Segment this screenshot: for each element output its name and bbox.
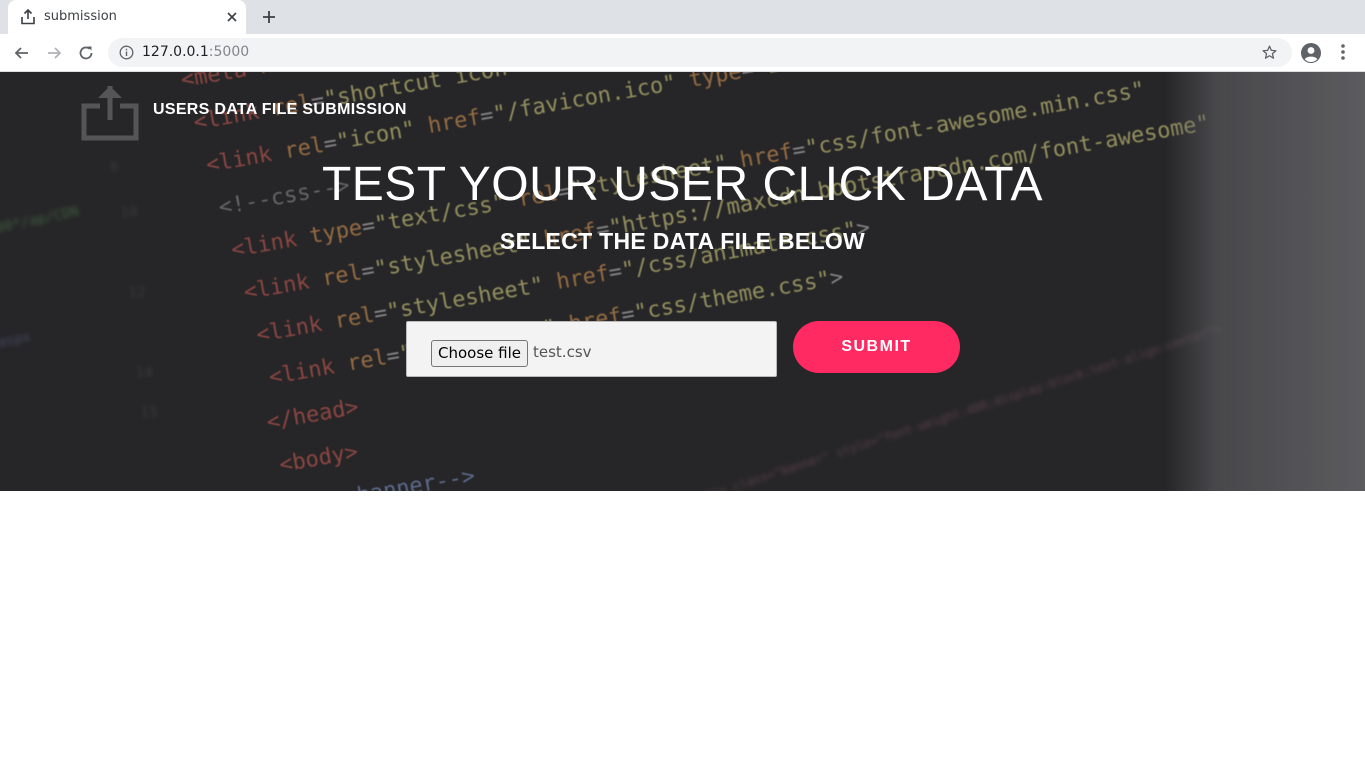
bookmark-star-icon[interactable]: [1261, 44, 1278, 61]
more-menu-icon[interactable]: [1334, 42, 1352, 62]
profile-avatar-icon[interactable]: [1300, 42, 1322, 64]
file-upload-field[interactable]: Choose file test.csv: [406, 321, 777, 377]
browser-toolbar: 127.0.0.1:5000: [0, 34, 1365, 72]
site-info-icon[interactable]: [119, 45, 134, 60]
background-monitor-glow: [1165, 72, 1365, 491]
browser-tab[interactable]: submission: [8, 0, 246, 34]
browser-tab-strip: submission: [0, 0, 1365, 34]
back-arrow-icon[interactable]: [12, 43, 32, 63]
page-title: TEST YOUR USER CLICK DATA: [321, 158, 1044, 211]
forward-arrow-icon[interactable]: [44, 43, 64, 63]
hero-banner: 0000*/ap/CDN /aspx 6 10 12 14 15 <div cl…: [0, 72, 1365, 491]
reload-icon[interactable]: [76, 43, 96, 63]
page-subtitle: SELECT THE DATA FILE BELOW: [499, 228, 866, 254]
share-upload-icon: [21, 9, 35, 25]
brand-title[interactable]: USERS DATA FILE SUBMISSION: [153, 101, 407, 119]
new-tab-plus-icon[interactable]: [260, 8, 278, 26]
page-body-empty: [0, 491, 1365, 767]
address-bar[interactable]: 127.0.0.1:5000: [108, 38, 1292, 67]
hero-dark-overlay: [0, 72, 1365, 491]
url-text[interactable]: 127.0.0.1:5000: [142, 44, 249, 60]
url-host: 127.0.0.1: [142, 44, 209, 60]
submit-button[interactable]: SUBMIT: [793, 321, 960, 373]
upload-share-logo-icon: [81, 86, 139, 141]
url-port: :5000: [208, 44, 250, 60]
choose-file-button[interactable]: Choose file: [431, 340, 528, 367]
tab-title: submission: [44, 9, 117, 24]
close-icon[interactable]: [224, 9, 240, 25]
selected-file-name: test.csv: [533, 343, 592, 361]
